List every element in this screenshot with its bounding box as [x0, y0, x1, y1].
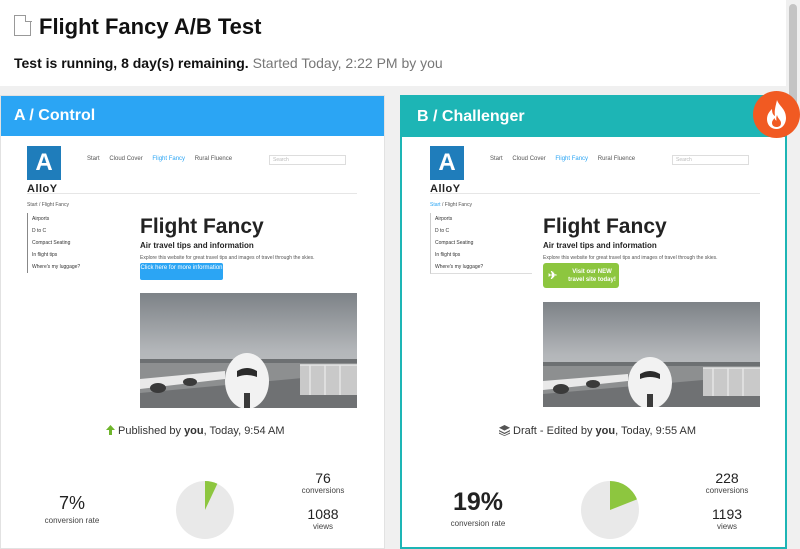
- site-title: Flight Fancy: [140, 215, 264, 238]
- site-side-menu: Airports D to C Compact Seating In fligh…: [430, 213, 532, 274]
- logo-letter: A: [27, 146, 61, 180]
- breadcrumb-home: Start: [27, 202, 38, 208]
- side-item: In flight tips: [435, 252, 461, 258]
- nav-item-start: Start: [87, 156, 100, 162]
- arrow-up-icon: [106, 425, 115, 435]
- nav-item-cloud-cover: Cloud Cover: [512, 156, 546, 162]
- side-item: D to C: [32, 228, 47, 234]
- site-nav: Start Cloud Cover Flight Fancy Rural Flu…: [87, 156, 240, 162]
- variant-b-conversions: 228 conversions: [699, 470, 755, 495]
- side-item: In flight tips: [32, 252, 58, 258]
- conversions-label: conversions: [705, 486, 749, 495]
- conversions-value: 76: [315, 470, 331, 486]
- document-icon: [14, 14, 32, 36]
- site-logo: A AlloY: [430, 146, 466, 195]
- variant-b-draft: Draft - Edited by you, Today, 9:55 AM: [499, 425, 696, 437]
- flame-icon: [753, 91, 800, 138]
- variant-a-views: 1088 views: [295, 506, 351, 531]
- site-cta-button: Click here for more information: [140, 263, 223, 280]
- nav-item-rural-fluence: Rural Fluence: [597, 156, 636, 162]
- variant-a-published: Published by you, Today, 9:54 AM: [106, 425, 285, 437]
- test-header: Flight Fancy A/B Test Test is running, 8…: [0, 0, 786, 86]
- side-item: Where's my luggage?: [435, 264, 484, 270]
- conversion-rate-value: 7%: [58, 493, 85, 513]
- variant-a-rate: 7% conversion rate: [38, 493, 106, 525]
- page-title: Flight Fancy A/B Test: [39, 14, 262, 39]
- side-item: D to C: [435, 228, 450, 234]
- draft-user: you: [595, 425, 616, 437]
- site-description: Explore this website for great travel ti…: [543, 255, 718, 261]
- site-breadcrumb: Start / Flight Fancy: [27, 202, 69, 208]
- airplane-photo: [543, 302, 760, 407]
- site-title: Flight Fancy: [543, 215, 667, 238]
- published-label: Published by: [118, 425, 181, 437]
- published-time: , Today, 9:54 AM: [203, 425, 285, 437]
- side-item: Airports: [435, 216, 453, 222]
- variant-b-title: B / Challenger: [402, 97, 785, 137]
- site-cta-button: ✈ Visit our NEW travel site today!: [543, 263, 619, 288]
- views-label: views: [312, 522, 333, 531]
- variant-b-views: 1193 views: [699, 506, 755, 531]
- variant-b-rate: 19% conversion rate: [444, 488, 512, 528]
- conversions-label: conversions: [301, 486, 345, 495]
- variant-b-preview[interactable]: A AlloY Start Cloud Cover Flight Fancy R…: [430, 146, 761, 408]
- site-subtitle: Air travel tips and information: [140, 241, 254, 250]
- plane-icon: ✈: [548, 270, 558, 282]
- site-description: Explore this website for great travel ti…: [140, 255, 315, 261]
- views-value: 1088: [307, 506, 339, 522]
- nav-item-start: Start: [490, 156, 503, 162]
- variant-a-title: A / Control: [1, 96, 384, 136]
- variant-a-pie: [176, 481, 234, 539]
- nav-item-rural-fluence: Rural Fluence: [194, 156, 233, 162]
- variant-a-conversions: 76 conversions: [295, 470, 351, 495]
- site-divider: [430, 193, 760, 194]
- site-search: Search: [672, 155, 749, 165]
- nav-item-flight-fancy: Flight Fancy: [152, 156, 186, 162]
- draft-label: Draft - Edited by: [513, 425, 593, 437]
- scrollbar[interactable]: [786, 0, 800, 549]
- site-subtitle: Air travel tips and information: [543, 241, 657, 250]
- breadcrumb-current: Flight Fancy: [444, 202, 472, 208]
- conversion-rate-label: conversion rate: [450, 519, 506, 528]
- started-text: Started Today, 2:22 PM by you: [252, 55, 443, 71]
- test-status: Test is running, 8 day(s) remaining. Sta…: [14, 55, 443, 71]
- logo-letter: A: [430, 146, 464, 180]
- site-breadcrumb: Start / Flight Fancy: [430, 202, 472, 208]
- breadcrumb-home: Start: [430, 202, 441, 208]
- variant-b-pie: [581, 481, 639, 539]
- site-side-menu: Airports D to C Compact Seating In fligh…: [27, 213, 129, 273]
- variant-a-preview[interactable]: A AlloY Start Cloud Cover Flight Fancy R…: [27, 146, 358, 408]
- side-item: Compact Seating: [32, 240, 71, 246]
- conversion-rate-value: 19%: [452, 488, 504, 516]
- site-divider: [27, 193, 357, 194]
- views-value: 1193: [711, 506, 743, 522]
- draft-time: , Today, 9:55 AM: [615, 425, 697, 437]
- cta-text: Visit our NEW travel site today!: [568, 269, 616, 283]
- airplane-photo: [140, 293, 357, 408]
- site-logo: A AlloY: [27, 146, 63, 195]
- layers-icon: [499, 425, 510, 436]
- published-user: you: [184, 425, 204, 437]
- side-item: Airports: [32, 216, 50, 222]
- nav-item-flight-fancy: Flight Fancy: [555, 156, 589, 162]
- side-item: Where's my luggage?: [32, 264, 81, 270]
- views-label: views: [716, 522, 737, 531]
- conversion-rate-label: conversion rate: [44, 516, 100, 525]
- status-text: Test is running, 8 day(s) remaining.: [14, 55, 249, 71]
- site-search: Search: [269, 155, 346, 165]
- conversions-value: 228: [715, 470, 739, 486]
- nav-item-cloud-cover: Cloud Cover: [109, 156, 143, 162]
- breadcrumb-current: Flight Fancy: [41, 202, 69, 208]
- side-item: Compact Seating: [435, 240, 474, 246]
- site-nav: Start Cloud Cover Flight Fancy Rural Flu…: [490, 156, 643, 162]
